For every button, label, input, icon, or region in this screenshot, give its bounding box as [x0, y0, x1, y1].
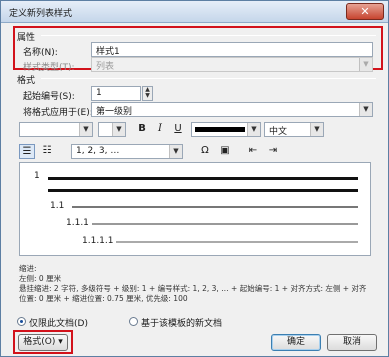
numbering-style-select[interactable]: 1, 2, 3, … ▼ [71, 144, 183, 159]
style-type-select: 列表 ▼ [91, 57, 373, 72]
symbol-icon[interactable]: Ω [197, 144, 213, 159]
font-name-select[interactable]: ▼ [19, 122, 93, 137]
list-preview-pane: 1 1.1 1.1.1 1.1.1.1 [19, 162, 371, 256]
name-label: 名称(N): [23, 48, 58, 58]
format-divider [41, 78, 376, 79]
preview-level-4-label: 1.1.1.1 [82, 236, 114, 246]
description-text: 左侧: 0 厘米 悬挂缩进: 2 字符, 多级符号 + 级别: 1 + 编号样式… [19, 274, 367, 303]
preview-level-1-line [48, 177, 358, 180]
increase-indent-icon[interactable]: ⇥ [265, 144, 281, 159]
start-at-spinner[interactable]: ▲ ▼ [142, 86, 153, 101]
properties-group-label: 属性 [17, 33, 36, 43]
start-at-value: 1 [96, 88, 102, 98]
apply-to-select[interactable]: 第一级别 ▼ [91, 102, 373, 117]
numbering-style-value: 1, 2, 3, … [76, 146, 120, 156]
preview-level-3-line [92, 223, 358, 225]
language-value: 中文 [269, 127, 288, 137]
font-color-select[interactable]: ▼ [191, 122, 261, 137]
chevron-down-icon: ▼ [247, 123, 260, 136]
ok-button[interactable]: 确定 [271, 334, 321, 351]
format-button[interactable]: 格式(O) ▾ [18, 334, 68, 351]
chevron-down-icon: ▼ [169, 145, 182, 158]
description-heading: 缩进: [19, 264, 37, 273]
format-group-label: 格式 [17, 76, 36, 86]
only-this-document-radio[interactable] [17, 317, 26, 326]
font-color-swatch [195, 127, 245, 132]
language-select[interactable]: 中文 ▼ [264, 122, 324, 137]
only-this-document-label: 仅限此文档(D) [29, 319, 88, 329]
italic-button[interactable]: I [152, 122, 168, 137]
picture-icon[interactable]: ▣ [217, 144, 233, 159]
start-at-label: 起始编号(S): [23, 92, 75, 102]
preview-level-2-label: 1.1 [50, 201, 65, 211]
apply-to-value: 第一级别 [96, 107, 133, 117]
style-type-label: 样式类型(T): [23, 63, 75, 73]
dialog-title: 定义新列表样式 [9, 9, 73, 19]
chevron-down-icon: ▼ [79, 123, 92, 136]
name-input-value: 样式1 [96, 47, 120, 57]
font-size-select[interactable]: ▼ [98, 122, 126, 137]
preview-level-3-label: 1.1.1 [66, 218, 89, 228]
style-description: 缩进: 左侧: 0 厘米 悬挂缩进: 2 字符, 多级符号 + 级别: 1 + … [19, 264, 371, 304]
preview-level-1-label: 1 [34, 171, 40, 181]
define-new-list-style-dialog: 定义新列表样式 ✕ 属性 名称(N): 样式1 样式类型(T): 列表 ▼ 格式… [0, 0, 389, 357]
cancel-button[interactable]: 取消 [327, 334, 377, 351]
bold-button[interactable]: B [134, 122, 150, 137]
name-input[interactable]: 样式1 [91, 42, 373, 57]
underline-button[interactable]: U [170, 122, 186, 137]
chevron-down-icon: ▼ [112, 123, 125, 136]
chevron-down-icon: ▼ [359, 103, 372, 116]
chevron-down-icon: ▼ [310, 123, 323, 136]
properties-divider [41, 35, 376, 36]
preview-level-4-line [116, 241, 358, 243]
title-bar: 定义新列表样式 ✕ [1, 1, 388, 23]
chevron-down-icon: ▼ [359, 58, 372, 71]
bulleted-list-icon[interactable]: ☷ [39, 144, 55, 159]
start-at-input[interactable]: 1 [91, 86, 141, 101]
new-documents-label: 基于该模板的新文档 [141, 319, 223, 329]
apply-to-label: 将格式应用于(E): [23, 108, 93, 118]
style-type-value: 列表 [96, 62, 115, 72]
close-button[interactable]: ✕ [346, 3, 384, 20]
preview-level-2-line [72, 206, 358, 208]
decrease-indent-icon[interactable]: ⇤ [245, 144, 261, 159]
new-documents-radio[interactable] [129, 317, 138, 326]
preview-level-1-line-2 [48, 189, 358, 192]
numbered-list-icon[interactable]: ☰ [19, 144, 35, 159]
